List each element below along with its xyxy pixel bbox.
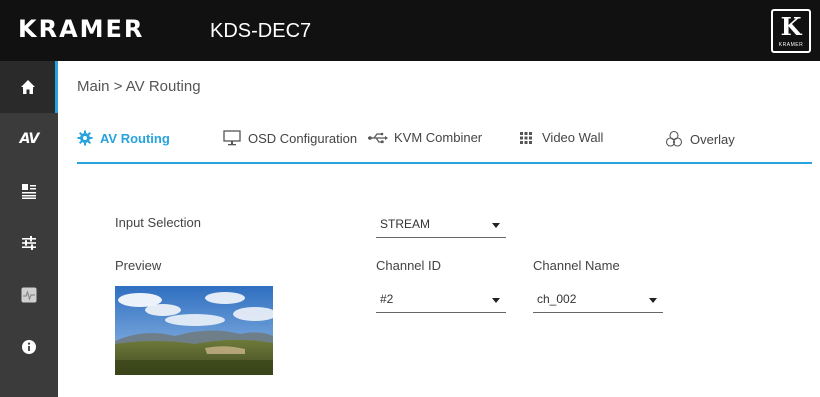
channel-name-dropdown[interactable]: ch_002 — [533, 287, 663, 313]
preview-image — [115, 286, 273, 375]
overlay-icon — [665, 130, 683, 147]
sidebar-item-diagnostics[interactable] — [0, 269, 58, 321]
logo-subtext: KRAMER — [778, 42, 804, 48]
tab-osd-configuration[interactable]: OSD Configuration — [223, 130, 357, 146]
chevron-down-icon — [492, 223, 500, 228]
av-icon: AV — [19, 131, 40, 147]
home-icon — [20, 80, 35, 94]
sliders-icon — [22, 236, 36, 250]
tab-overlay-label: Overlay — [690, 131, 735, 147]
input-selection-dropdown[interactable]: STREAM — [376, 212, 506, 238]
tab-kvm-combiner-label: KVM Combiner — [394, 130, 483, 145]
channel-name-label: Channel Name — [533, 258, 620, 273]
sidebar-item-device-settings[interactable] — [0, 165, 58, 217]
tab-video-wall-label: Video Wall — [542, 130, 604, 145]
input-selection-label: Input Selection — [115, 215, 202, 230]
device-settings-icon — [22, 184, 36, 199]
kramer-logo-icon: K KRAMER — [771, 9, 811, 53]
chevron-down-icon — [492, 298, 500, 303]
input-selection-value: STREAM — [380, 217, 431, 231]
channel-id-value: #2 — [380, 292, 394, 306]
tab-osd-configuration-label: OSD Configuration — [248, 130, 358, 146]
tab-overlay[interactable]: Overlay — [665, 130, 735, 148]
monitor-icon — [223, 130, 241, 146]
sidebar-item-home[interactable] — [0, 61, 58, 113]
sidebar: AV — [0, 61, 58, 397]
top-bar: KRAMER KDS-DEC7 K KRAMER — [0, 0, 820, 61]
usb-icon — [368, 132, 388, 143]
tab-bar: AV Routing OSD Configuration KVM Combine… — [77, 120, 812, 164]
brand-logo-text: KRAMER — [18, 15, 145, 43]
device-model: KDS-DEC7 — [210, 20, 312, 42]
sidebar-item-settings[interactable] — [0, 217, 58, 269]
diagnostics-icon — [21, 287, 37, 303]
gear-icon — [77, 130, 93, 146]
channel-id-label: Channel ID — [376, 258, 442, 273]
tab-video-wall[interactable]: Video Wall — [520, 130, 603, 145]
tab-kvm-combiner[interactable]: KVM Combiner — [368, 130, 482, 145]
preview-label: Preview — [115, 258, 162, 273]
grid-icon — [520, 131, 532, 144]
chevron-down-icon — [649, 298, 657, 303]
sidebar-item-av[interactable]: AV — [0, 113, 58, 165]
sidebar-item-info[interactable] — [0, 321, 58, 373]
tab-av-routing-label: AV Routing — [100, 130, 170, 146]
logo-letter: K — [780, 12, 802, 41]
channel-id-dropdown[interactable]: #2 — [376, 287, 506, 313]
info-icon — [22, 340, 36, 354]
tab-av-routing[interactable]: AV Routing — [77, 130, 170, 146]
landscape-preview-image — [115, 286, 273, 375]
breadcrumb: Main > AV Routing — [77, 78, 201, 95]
channel-name-value: ch_002 — [537, 292, 577, 306]
